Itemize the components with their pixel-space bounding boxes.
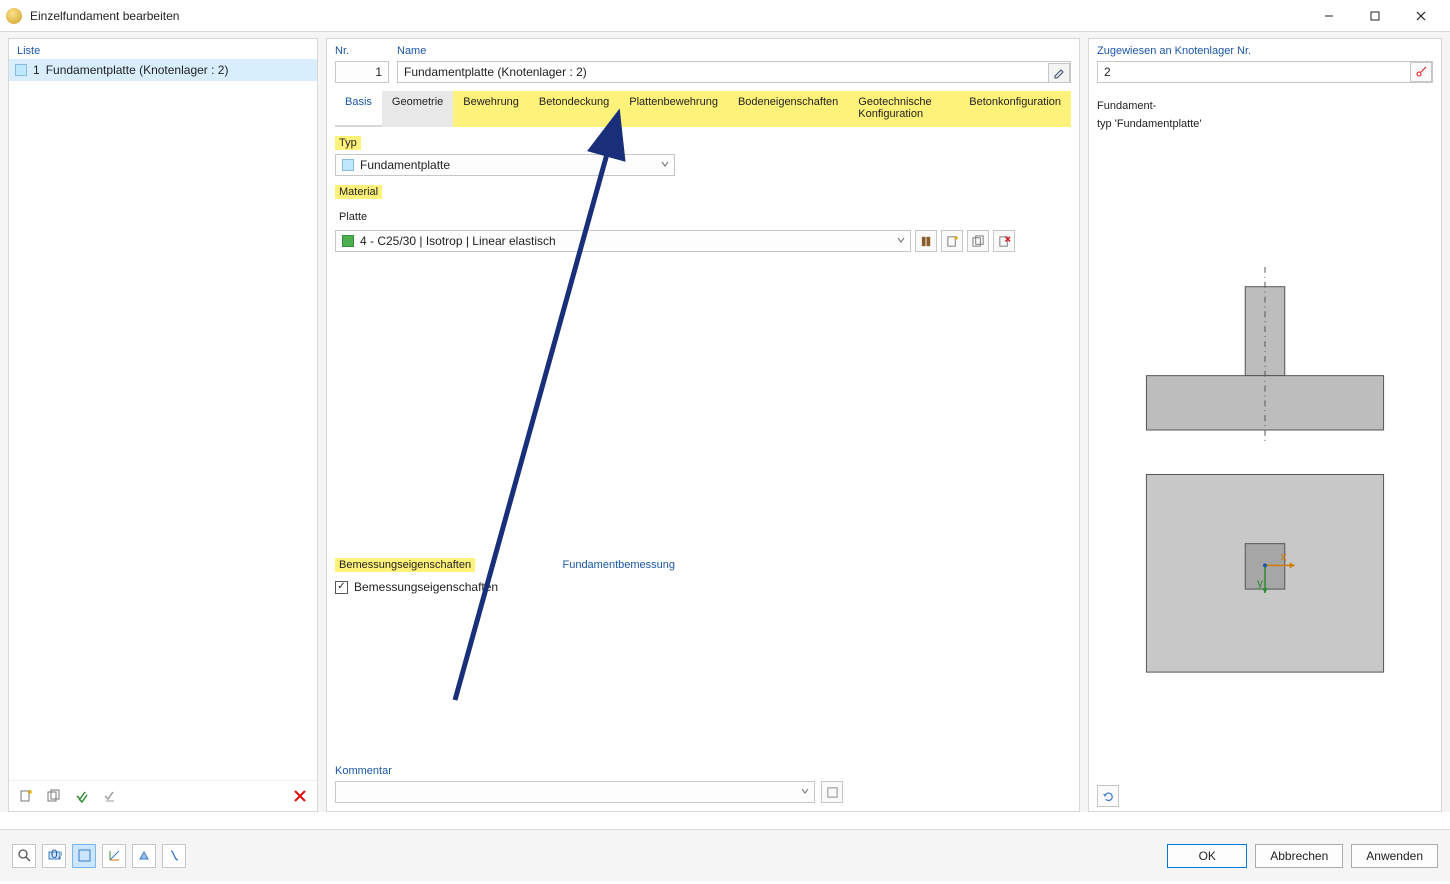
- svg-text:y: y: [1257, 576, 1263, 590]
- close-button[interactable]: [1398, 0, 1444, 32]
- preview-canvas: x y: [1097, 136, 1433, 773]
- nr-input[interactable]: [335, 61, 389, 83]
- tab-plattenbewehrung[interactable]: Plattenbewehrung: [619, 91, 728, 127]
- tab-geotechnische-konfig[interactable]: Geotechnische Konfiguration: [848, 91, 959, 127]
- bemessung-label: Bemessungseigenschaften: [335, 558, 475, 572]
- material-block: Material Platte 4 - C25/30 | Isotrop | L…: [335, 184, 675, 252]
- list-item-num: 1: [33, 63, 40, 77]
- name-input[interactable]: [397, 61, 1071, 83]
- typ-label: Typ: [335, 136, 361, 150]
- tab-bewehrung[interactable]: Bewehrung: [453, 91, 529, 127]
- chevron-down-icon: [800, 785, 810, 799]
- ok-button[interactable]: OK: [1167, 844, 1247, 868]
- preview-area: Fundament- typ 'Fundamentplatte' x: [1089, 91, 1441, 781]
- bottom-bar: 0,00 OK Abbrechen Anwenden: [0, 829, 1450, 881]
- bemessung-cb-label: Bemessungseigenschaften: [354, 580, 498, 594]
- list-header: Liste: [9, 39, 317, 59]
- typ-swatch: [342, 159, 354, 171]
- platte-material-dropdown[interactable]: 4 - C25/30 | Isotrop | Linear elastisch: [335, 230, 911, 252]
- list-item[interactable]: 1 Fundamentplatte (Knotenlager : 2): [9, 59, 317, 81]
- chevron-down-icon: [896, 234, 906, 248]
- view-mode-button[interactable]: [132, 844, 156, 868]
- name-edit-button[interactable]: [1048, 63, 1070, 83]
- list-item-swatch: [15, 64, 27, 76]
- fundamentbemessung-label: Fundamentbemessung: [562, 559, 675, 571]
- kommentar-edit-button[interactable]: [821, 781, 843, 803]
- material-swatch: [342, 235, 354, 247]
- list-panel: Liste 1 Fundamentplatte (Knotenlager : 2…: [8, 38, 318, 812]
- check-button-1[interactable]: [71, 785, 93, 807]
- maximize-button[interactable]: [1352, 0, 1398, 32]
- preview-label-1: Fundament-: [1097, 99, 1433, 113]
- platte-material-value: 4 - C25/30 | Isotrop | Linear elastisch: [360, 234, 556, 248]
- list-item-label: Fundamentplatte (Knotenlager : 2): [46, 63, 229, 77]
- right-empty-column: [685, 135, 1071, 753]
- assigned-pick-button[interactable]: [1410, 62, 1432, 82]
- tabs: Basis Geometrie Bewehrung Betondeckung P…: [327, 91, 1079, 127]
- right-panel: Zugewiesen an Knotenlager Nr. Fundament-…: [1088, 38, 1442, 812]
- bemessung-block: Bemessungseigenschaften Fundamentbemessu…: [335, 558, 675, 594]
- assigned-input[interactable]: [1097, 61, 1433, 83]
- list-toolbar: [9, 780, 317, 811]
- list-body: 1 Fundamentplatte (Knotenlager : 2): [9, 59, 317, 780]
- delete-item-button[interactable]: [289, 785, 311, 807]
- view-axes-button[interactable]: [102, 844, 126, 868]
- svg-text:x: x: [1281, 549, 1287, 563]
- preview-label-2: typ 'Fundamentplatte': [1097, 117, 1433, 131]
- view-plan-button[interactable]: [72, 844, 96, 868]
- kommentar-section: Kommentar: [327, 761, 1079, 811]
- chevron-down-icon: [660, 158, 670, 172]
- new-item-button[interactable]: [15, 785, 37, 807]
- app-icon: [6, 8, 22, 24]
- material-label: Material: [335, 185, 382, 199]
- preview-refresh-button[interactable]: [1097, 785, 1119, 807]
- window-title: Einzelfundament bearbeiten: [30, 9, 179, 23]
- tab-basis[interactable]: Basis: [335, 91, 382, 127]
- assigned-label: Zugewiesen an Knotenlager Nr.: [1097, 45, 1433, 57]
- typ-block: Typ Fundamentplatte: [335, 135, 675, 176]
- titlebar: Einzelfundament bearbeiten: [0, 0, 1450, 32]
- units-button[interactable]: 0,00: [42, 844, 66, 868]
- nr-label: Nr.: [335, 45, 389, 57]
- tab-geometrie[interactable]: Geometrie: [382, 91, 453, 127]
- typ-dropdown[interactable]: Fundamentplatte: [335, 154, 675, 176]
- tab-betondeckung[interactable]: Betondeckung: [529, 91, 619, 127]
- center-panel: Nr. Name Basis Geometrie Bewehrung Beton…: [326, 38, 1080, 812]
- kommentar-label: Kommentar: [335, 765, 1071, 777]
- duplicate-item-button[interactable]: [43, 785, 65, 807]
- check-button-2[interactable]: [99, 785, 121, 807]
- typ-value: Fundamentplatte: [360, 158, 450, 172]
- tab-betonkonfiguration[interactable]: Betonkonfiguration: [959, 91, 1071, 127]
- platte-label: Platte: [335, 210, 371, 224]
- svg-text:0,00: 0,00: [51, 848, 62, 861]
- bemessung-checkbox-row[interactable]: ✓ Bemessungseigenschaften: [335, 580, 675, 594]
- apply-button[interactable]: Anwenden: [1351, 844, 1438, 868]
- tab-bodeneigenschaften[interactable]: Bodeneigenschaften: [728, 91, 848, 127]
- bemessung-checkbox[interactable]: ✓: [335, 581, 348, 594]
- cancel-button[interactable]: Abbrechen: [1255, 844, 1343, 868]
- kommentar-dropdown[interactable]: [335, 781, 815, 803]
- name-label: Name: [397, 45, 1071, 57]
- find-button[interactable]: [12, 844, 36, 868]
- minimize-button[interactable]: [1306, 0, 1352, 32]
- view-loads-button[interactable]: [162, 844, 186, 868]
